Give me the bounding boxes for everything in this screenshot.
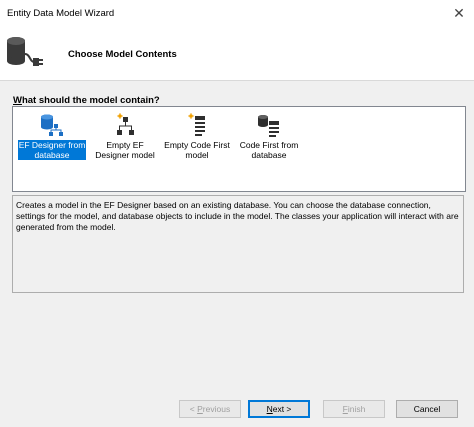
choice-label: EF Designer from database <box>17 140 87 160</box>
choice-label: Code First from database <box>239 140 299 160</box>
page-title: Choose Model Contents <box>68 49 177 60</box>
choice-label: Empty EF Designer model <box>95 140 155 160</box>
wizard-content: What should the model contain? EF Design… <box>0 81 474 427</box>
close-icon[interactable]: ✕ <box>450 4 468 22</box>
database-plug-icon <box>7 37 43 66</box>
model-contents-list[interactable]: EF Designer from database Empty EF Designe… <box>12 106 466 192</box>
empty-ef-designer-icon <box>117 113 134 135</box>
choice-label: Empty Code First model <box>164 140 230 160</box>
finish-button[interactable]: Finish <box>323 400 385 418</box>
choice-description: Creates a model in the EF Designer based… <box>12 195 464 293</box>
choice-empty-ef-designer-model[interactable]: Empty EF Designer model <box>89 111 161 169</box>
wizard-header: Choose Model Contents <box>0 28 474 81</box>
previous-button[interactable]: < Previous <box>179 400 241 418</box>
choice-code-first-from-database[interactable]: Code First from database <box>233 111 305 169</box>
choice-ef-designer-from-database[interactable]: EF Designer from database <box>16 111 88 169</box>
title-bar: Entity Data Model Wizard ✕ <box>0 0 474 29</box>
ef-designer-database-icon <box>41 114 63 136</box>
empty-code-first-icon <box>188 113 205 136</box>
next-button[interactable]: Next > <box>248 400 310 418</box>
code-first-database-icon <box>258 115 279 137</box>
model-contents-question: What should the model contain? <box>13 95 160 106</box>
question-mnemonic: W <box>13 95 22 106</box>
window-title: Entity Data Model Wizard <box>7 8 115 19</box>
choice-empty-code-first-model[interactable]: Empty Code First model <box>161 111 233 169</box>
cancel-button[interactable]: Cancel <box>396 400 458 418</box>
question-text: hat should the model contain? <box>21 95 160 106</box>
wizard-footer: < Previous Next > Finish Cancel <box>0 397 474 427</box>
